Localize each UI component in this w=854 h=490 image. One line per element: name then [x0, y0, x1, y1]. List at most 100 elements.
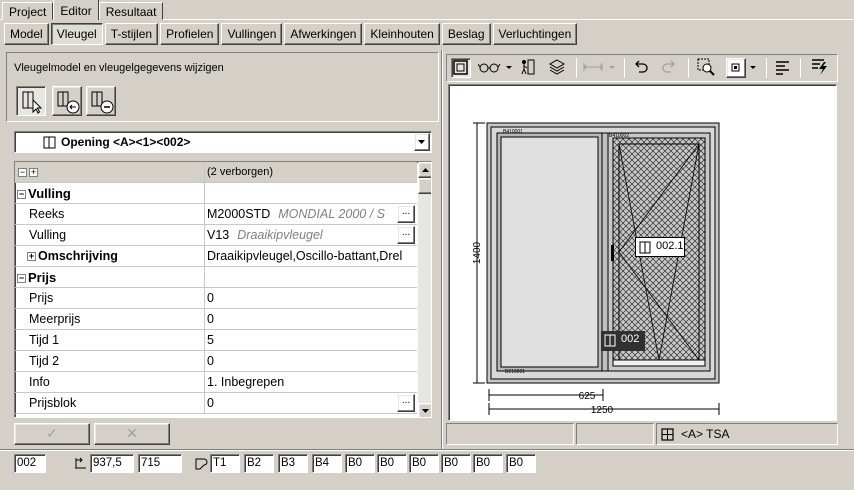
toolbar-separator — [800, 58, 801, 78]
profile-field[interactable]: T1 — [210, 454, 240, 473]
opening-label[interactable]: 002 — [601, 331, 645, 351]
dimension-button[interactable] — [582, 58, 606, 78]
subtab-verluchtingen[interactable]: Verluchtingen — [492, 23, 578, 45]
profile-field[interactable]: B0 — [506, 454, 536, 473]
collapse-icon[interactable]: − — [17, 190, 26, 199]
property-value[interactable]: 5 — [206, 330, 417, 351]
profile-field[interactable]: B0 — [441, 454, 471, 473]
opening-dropdown[interactable]: Opening <A><1><002> — [14, 131, 432, 153]
subtab-kleinhouten[interactable]: Kleinhouten — [364, 23, 440, 45]
chevron-down-icon — [422, 409, 429, 413]
bottom-separator — [0, 449, 854, 451]
subtab-beslag[interactable]: Beslag — [441, 23, 491, 45]
profile-field[interactable]: B3 — [278, 454, 308, 473]
redo-button[interactable] — [660, 58, 680, 78]
grid-property-row[interactable]: Reeks M2000STD MONDIAL 2000 / S... — [15, 204, 417, 225]
grid-property-row[interactable]: Info 1. Inbegrepen — [15, 372, 417, 393]
property-value[interactable]: 0 — [206, 351, 417, 372]
collapse-icon[interactable]: − — [17, 274, 26, 283]
property-name: − Prijs — [15, 267, 205, 288]
coord-x-field[interactable]: 937,5 — [90, 454, 134, 473]
property-value[interactable]: Draaikipvleugel,Oscillo-battant,Drel — [206, 246, 417, 267]
view-dropdown-button[interactable] — [505, 58, 515, 78]
grid-property-row[interactable]: Prijsblok 0... — [15, 393, 417, 414]
grid-icon — [661, 428, 674, 441]
id-field[interactable]: 002 — [14, 454, 46, 473]
panel-title: Vleugelmodel en vleugelgegevens wijzigen — [14, 62, 224, 74]
zoom-window-button[interactable] — [697, 58, 717, 78]
person-view-button[interactable] — [518, 58, 538, 78]
tab-editor[interactable]: Editor — [53, 0, 99, 20]
property-name-text: Vulling — [29, 228, 67, 242]
tab-resultaat[interactable]: Resultaat — [98, 2, 164, 20]
width-dimension-label: 1250 — [591, 405, 614, 416]
grid-category-row[interactable]: − Prijs — [15, 267, 417, 288]
property-name-text: Prijs — [28, 270, 57, 285]
editor-subtabs: Model Vleugel T-stijlen Profielen Vullin… — [4, 23, 579, 45]
property-value[interactable]: 0 — [206, 288, 417, 309]
undo-button[interactable] — [632, 58, 652, 78]
property-description: Draaikipvleugel — [237, 228, 323, 242]
collapse-all-icon[interactable]: − — [18, 168, 27, 177]
panel-splitter[interactable] — [441, 50, 443, 450]
tab-project[interactable]: Project — [2, 2, 54, 20]
display-mode-button[interactable] — [726, 58, 746, 78]
expand-all-icon[interactable]: + — [29, 168, 38, 177]
align-button[interactable] — [774, 58, 794, 78]
dimension-dropdown-button[interactable] — [608, 58, 618, 78]
cancel-button[interactable]: ✕ — [94, 423, 170, 445]
property-value[interactable]: V13 Draaikipvleugel... — [206, 225, 417, 246]
subtab-vullingen[interactable]: Vullingen — [221, 23, 283, 45]
sash-label[interactable]: 002.1 — [635, 237, 685, 257]
profile-field[interactable]: B2 — [244, 454, 274, 473]
subtab-t-stijlen[interactable]: T-stijlen — [104, 23, 159, 45]
frame-view-button[interactable] — [451, 58, 471, 78]
subtab-vleugel[interactable]: Vleugel — [50, 23, 103, 45]
subtab-afwerkingen[interactable]: Afwerkingen — [284, 23, 363, 45]
grid-property-row[interactable]: Tijd 2 0 — [15, 351, 417, 372]
ellipsis-button[interactable]: ... — [397, 205, 415, 223]
toolbar-separator — [576, 58, 577, 78]
layers-button[interactable] — [548, 58, 568, 78]
profile-field[interactable]: B0 — [473, 454, 503, 473]
grid-category-row[interactable]: − Vulling — [15, 183, 417, 204]
profile-field[interactable]: B0 — [345, 454, 375, 473]
select-sash-icon — [22, 91, 43, 114]
property-value[interactable]: 1. Inbegrepen — [206, 372, 417, 393]
hidden-count: (2 verborgen) — [207, 166, 274, 178]
ellipsis-button[interactable]: ... — [397, 226, 415, 244]
confirm-button[interactable]: ✓ — [14, 423, 90, 445]
add-sash-button[interactable] — [52, 86, 82, 116]
grid-property-row[interactable]: Prijs 0 — [15, 288, 417, 309]
drawing-canvas[interactable]: B410001 B210001 B410002 1400 625 1250 00… — [448, 84, 837, 421]
scroll-thumb[interactable] — [418, 178, 431, 194]
opening-label-text: 002 — [621, 333, 640, 345]
coord-y-field[interactable]: 715 — [138, 454, 182, 473]
property-value-text: V13 — [207, 228, 230, 242]
subtab-model[interactable]: Model — [4, 23, 49, 45]
quick-edit-button[interactable] — [810, 58, 830, 78]
scroll-down-button[interactable] — [418, 403, 431, 417]
grid-scrollbar[interactable] — [418, 162, 431, 417]
grid-property-row[interactable]: Meerprijs 0 — [15, 309, 417, 330]
grid-property-row[interactable]: Tijd 1 5 — [15, 330, 417, 351]
profile-field[interactable]: B0 — [377, 454, 407, 473]
display-mode-dropdown-button[interactable] — [749, 58, 759, 78]
grid-property-row[interactable]: Vulling V13 Draaikipvleugel... — [15, 225, 417, 246]
ellipsis-button[interactable]: ... — [397, 394, 415, 412]
scroll-up-button[interactable] — [418, 162, 431, 178]
grid-property-row[interactable]: + Omschrijving Draaikipvleugel,Oscillo-bat… — [15, 246, 417, 267]
property-value[interactable]: 0... — [206, 393, 417, 414]
profile-field[interactable]: B0 — [409, 454, 439, 473]
property-name: Prijsblok — [15, 393, 205, 414]
select-sash-button[interactable] — [16, 86, 46, 116]
profile-field[interactable]: B4 — [312, 454, 342, 473]
view-glasses-button[interactable] — [477, 58, 504, 78]
remove-sash-button[interactable] — [86, 86, 116, 116]
property-value[interactable]: 0 — [206, 309, 417, 330]
expand-icon[interactable]: + — [27, 252, 36, 261]
window-icon — [43, 136, 56, 149]
property-value[interactable]: M2000STD MONDIAL 2000 / S... — [206, 204, 417, 225]
dropdown-arrow-button[interactable] — [414, 133, 430, 151]
subtab-profielen[interactable]: Profielen — [160, 23, 220, 45]
